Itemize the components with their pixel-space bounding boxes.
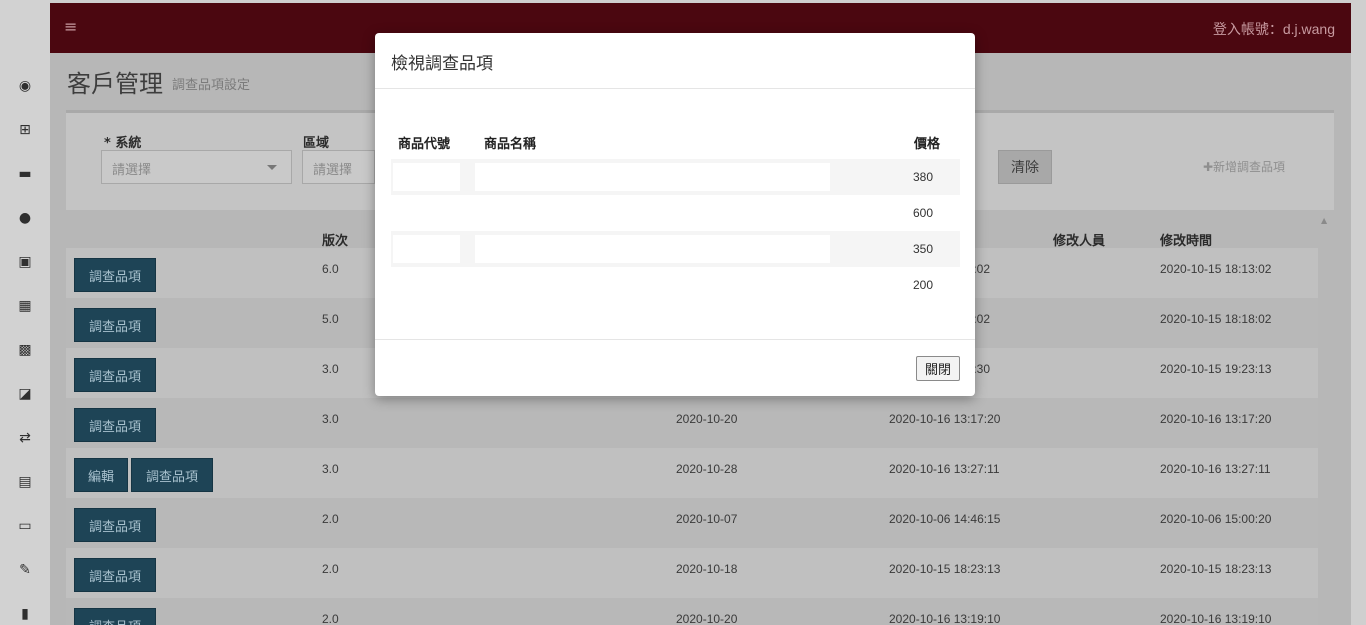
created-time-cell: 2020-10-16 13:27:11 [889, 462, 1000, 476]
survey-items-button[interactable]: 調查品項 [74, 308, 156, 342]
sitemap-icon[interactable]: ⊞ [0, 108, 50, 152]
add-survey-item-link[interactable]: ✚新增調查品項 [1203, 158, 1285, 175]
modified-time-cell: 2020-10-16 13:19:10 [1160, 612, 1272, 625]
region-select-value: 請選擇 [313, 163, 353, 178]
column-header-code: 商品代號 [398, 137, 451, 152]
page-subtitle: 調查品項設定 [172, 78, 251, 93]
table-row: 調查品項 2.0 2020-10-20 2020-10-16 13:19:10 2020… [66, 598, 1318, 625]
user-icon[interactable]: ● [0, 196, 50, 240]
survey-items-button[interactable]: 調查品項 [131, 458, 213, 492]
dialog-footer: 關閉 [375, 339, 975, 396]
item-code-cell [393, 163, 460, 191]
modified-time-cell: 2020-10-16 13:17:20 [1160, 412, 1272, 426]
close-button[interactable]: 關閉 [916, 356, 960, 381]
table-row: 編輯 調查品項 3.0 2020-10-28 2020-10-16 13:27:11 20… [66, 448, 1318, 498]
version-cell: 3.0 [322, 412, 339, 426]
system-select[interactable]: 請選擇 [101, 150, 292, 184]
column-header-name: 商品名稱 [484, 137, 537, 152]
created-time-cell: 2020-10-16 13:17:20 [889, 412, 1001, 426]
version-cell: 3.0 [322, 462, 339, 476]
system-select-value: 請選擇 [112, 163, 152, 178]
dialog-title: 檢視調查品項 [391, 54, 493, 74]
survey-items-button[interactable]: 調查品項 [74, 558, 156, 592]
date-cell: 2020-10-18 [676, 562, 738, 576]
edit-icon[interactable]: ✎ [0, 548, 50, 592]
item-name-cell [475, 163, 830, 191]
modified-time-cell: 2020-10-06 15:00:20 [1160, 512, 1272, 526]
file-text-icon[interactable]: ▤ [0, 460, 50, 504]
item-price-cell: 380 [913, 170, 934, 184]
survey-items-button[interactable]: 調查品項 [74, 608, 156, 625]
column-header-price: 價格 [914, 137, 941, 152]
modified-time-cell: 2020-10-15 18:23:13 [1160, 562, 1272, 576]
table-row: 調查品項 2.0 2020-10-07 2020-10-06 14:46:15 2020… [66, 498, 1318, 548]
item-code-cell [393, 271, 460, 299]
modified-time-cell: 2020-10-15 19:23:13 [1160, 362, 1272, 376]
grid-icon[interactable]: ▩ [0, 328, 50, 372]
dialog-header: 檢視調查品項 [375, 33, 975, 89]
file-icon[interactable]: ▮ [0, 592, 50, 625]
date-cell: 2020-10-20 [676, 412, 738, 426]
created-time-cell: 2020-10-15 18:23:13 [889, 562, 1001, 576]
modified-time-cell: 2020-10-15 18:13:02 [1160, 262, 1272, 276]
modified-time-cell: 2020-10-15 18:18:02 [1160, 312, 1272, 326]
version-cell: 2.0 [322, 612, 339, 625]
edit-button[interactable]: 編輯 [74, 458, 128, 492]
sidebar: ◉ ⊞ ▬ ● ▣ ▦ ▩ ◪ ⇄ ▤ ▭ ✎ ▮ [0, 0, 50, 625]
chevron-down-icon [267, 165, 277, 170]
version-cell: 2.0 [322, 512, 339, 526]
item-name-cell [475, 199, 830, 227]
date-cell: 2020-10-20 [676, 612, 738, 625]
version-cell: 5.0 [322, 312, 339, 326]
item-price-cell: 350 [913, 242, 934, 256]
sidebar-nav: ◉ ⊞ ▬ ● ▣ ▦ ▩ ◪ ⇄ ▤ ▭ ✎ ▮ [0, 64, 50, 625]
version-cell: 2.0 [322, 562, 339, 576]
modified-time-cell: 2020-10-16 13:27:11 [1160, 462, 1271, 476]
created-time-cell: 2020-10-16 13:19:10 [889, 612, 1001, 625]
survey-items-button[interactable]: 調查品項 [74, 258, 156, 292]
survey-item-row: 200 [391, 267, 960, 303]
briefcase-icon[interactable]: ▭ [0, 504, 50, 548]
created-time-cell: 2020-10-06 14:46:15 [889, 512, 1001, 526]
login-account-label: 登入帳號：d.j.wang [1212, 21, 1335, 37]
item-name-cell [475, 271, 830, 299]
clear-button[interactable]: 清除 [998, 150, 1052, 184]
version-cell: 3.0 [322, 362, 339, 376]
date-cell: 2020-10-07 [676, 512, 738, 526]
item-price-cell: 600 [913, 206, 934, 220]
column-header-modified-time: 修改時間 [1160, 234, 1213, 249]
item-price-cell: 200 [913, 278, 934, 292]
survey-items-button[interactable]: 調查品項 [74, 508, 156, 542]
survey-item-row: 380 [391, 159, 960, 195]
region-select[interactable]: 請選擇 [302, 150, 375, 184]
table-row: 調查品項 2.0 2020-10-18 2020-10-15 18:23:13 2020… [66, 548, 1318, 598]
hamburger-icon[interactable]: ≡ [64, 19, 77, 35]
archive-icon[interactable]: ▬ [0, 152, 50, 196]
column-header-modifier: 修改人員 [1053, 234, 1106, 249]
table-row: 調查品項 3.0 2020-10-20 2020-10-16 13:17:20 2020… [66, 398, 1318, 448]
survey-item-row: 350 [391, 231, 960, 267]
calendar-icon[interactable]: ▦ [0, 284, 50, 328]
view-survey-items-dialog: 檢視調查品項 商品代號 商品名稱 價格 380 600 350 200 關閉 [375, 33, 975, 396]
item-code-cell [393, 235, 460, 263]
sticky-note-icon[interactable]: ◪ [0, 372, 50, 416]
item-code-cell [393, 199, 460, 227]
survey-items-button[interactable]: 調查品項 [74, 358, 156, 392]
survey-item-row: 600 [391, 195, 960, 231]
system-filter-label: * 系統 [104, 136, 142, 151]
dashboard-icon[interactable]: ◉ [0, 64, 50, 108]
image-icon[interactable]: ▣ [0, 240, 50, 284]
version-cell: 6.0 [322, 262, 339, 276]
scroll-up-icon[interactable]: ▲ [1321, 216, 1327, 225]
region-filter-label: 區域 [303, 136, 330, 151]
column-header-version: 版次 [322, 234, 349, 249]
date-cell: 2020-10-28 [676, 462, 738, 476]
retweet-icon[interactable]: ⇄ [0, 416, 50, 460]
item-name-cell [475, 235, 830, 263]
page-title: 客戶管理 [67, 70, 163, 98]
survey-items-button[interactable]: 調查品項 [74, 408, 156, 442]
